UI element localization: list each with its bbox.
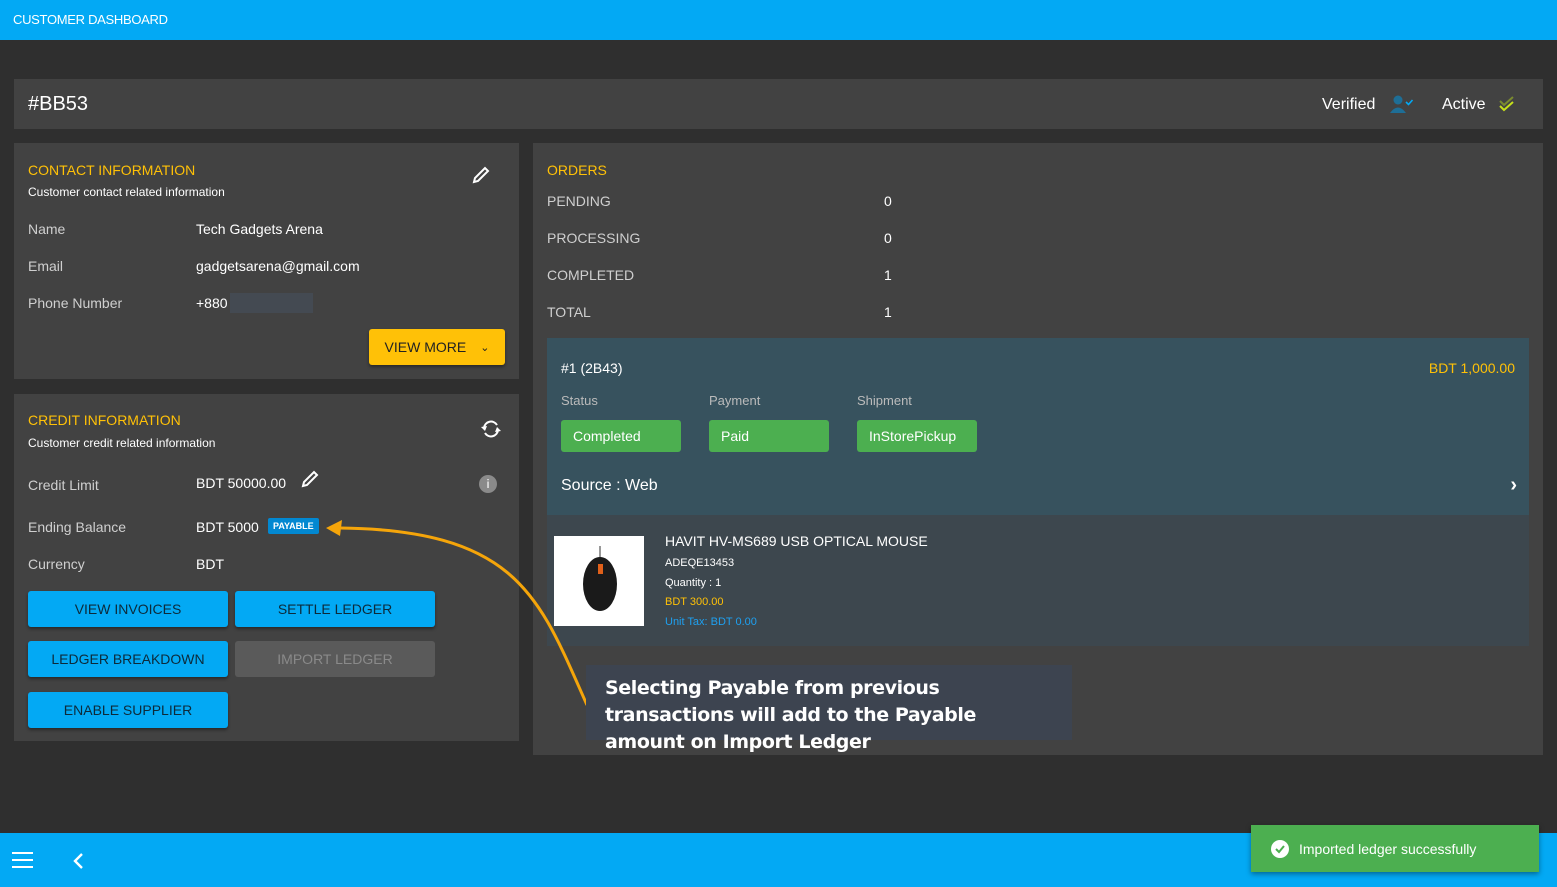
success-toast: Imported ledger successfully bbox=[1251, 825, 1539, 872]
callout-box: Selecting Payable from previous transact… bbox=[586, 665, 1072, 753]
menu-icon[interactable] bbox=[12, 852, 33, 868]
check-circle-icon bbox=[1271, 840, 1289, 858]
toast-message: Imported ledger successfully bbox=[1299, 841, 1477, 857]
back-icon[interactable] bbox=[72, 853, 84, 869]
